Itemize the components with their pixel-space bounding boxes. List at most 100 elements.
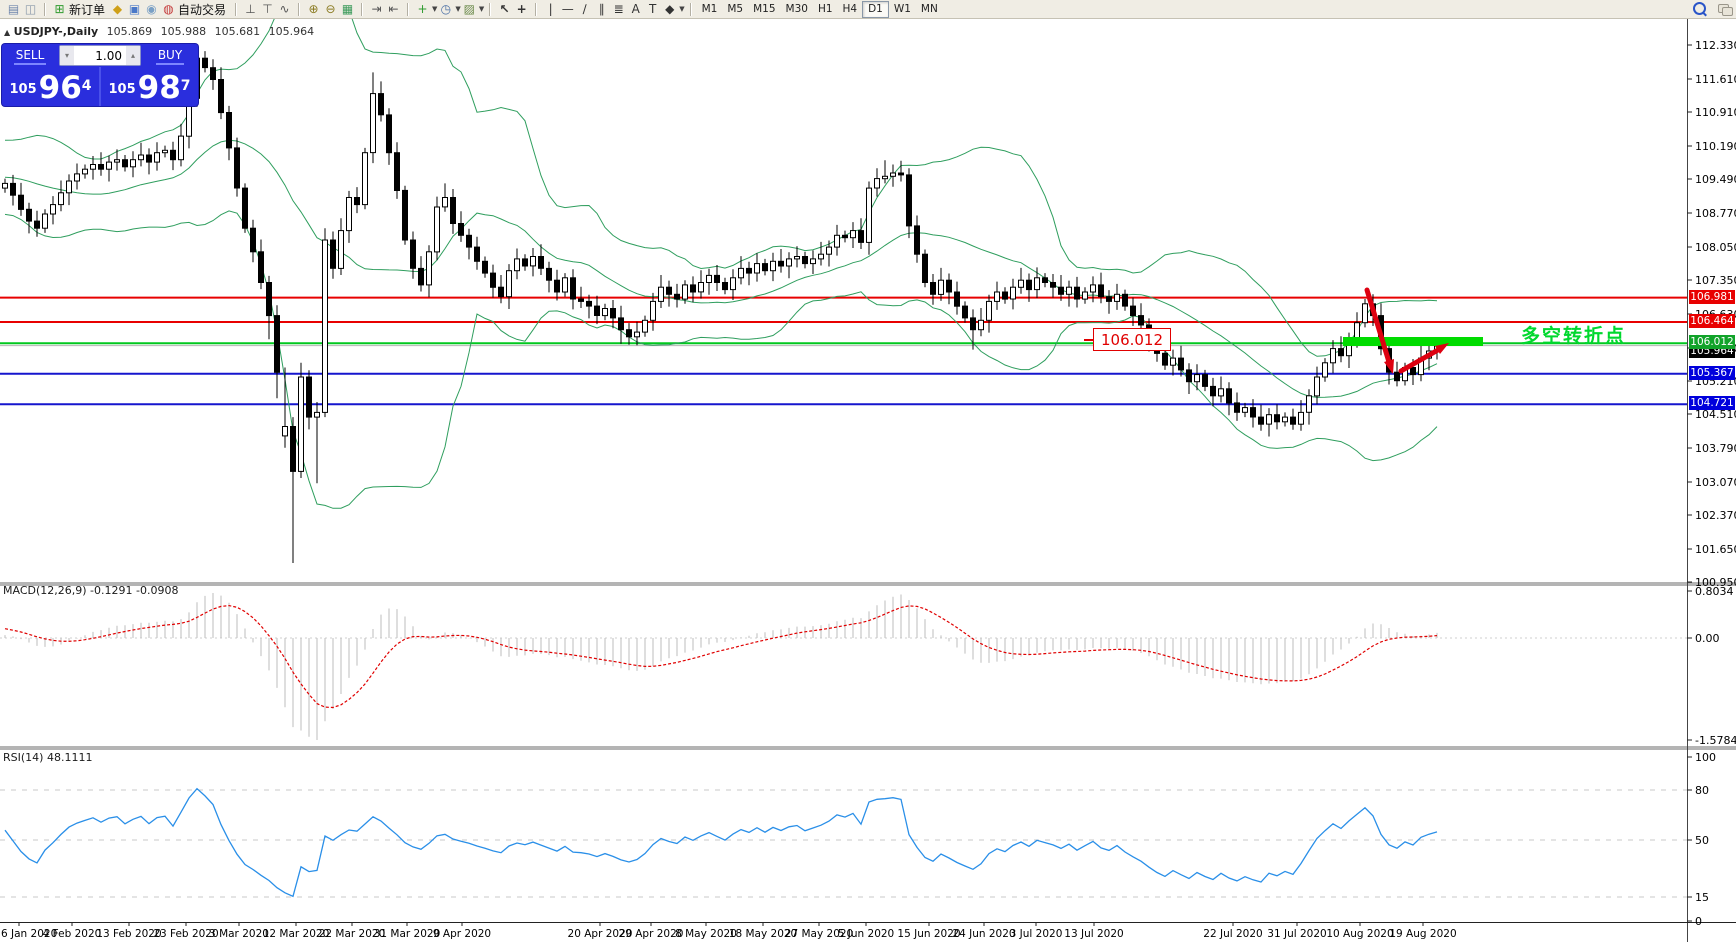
svg-text:100: 100 [1695,751,1716,764]
trendline-icon[interactable]: ∕ [576,1,593,17]
svg-text:110.910: 110.910 [1695,106,1736,119]
timeframe-h1[interactable]: H1 [813,2,838,17]
price-level-label: 105.367 [1689,366,1735,380]
timeframe-m15[interactable]: M15 [748,2,780,17]
toolbar-group: ▤◫ [2,0,42,18]
price-chart[interactable]: 112.330111.610110.910110.190109.490108.7… [0,0,1736,942]
bar-high: 105.988 [161,25,207,38]
price-level-label: 106.464 [1689,314,1735,328]
timeframe-m1[interactable]: M1 [697,2,723,17]
svg-text:15: 15 [1695,891,1709,904]
svg-text:13 Feb 2020: 13 Feb 2020 [96,928,161,940]
svg-text:80: 80 [1695,784,1709,797]
channel-icon[interactable]: ∥ [593,1,610,17]
volume-value[interactable]: 1.00 [74,49,126,63]
market-watch-icon[interactable]: ▤ [5,1,22,17]
macd-label: MACD(12,26,9) -0.1291 -0.0908 [3,584,178,597]
crosshair-icon[interactable]: + [513,1,530,17]
svg-text:13 Jul 2020: 13 Jul 2020 [1064,928,1123,940]
signal-icon[interactable]: ◉ [143,1,160,17]
chart-canvas[interactable]: 112.330111.610110.910110.190109.490108.7… [0,0,1736,942]
svg-text:19 Aug 2020: 19 Aug 2020 [1389,928,1456,940]
svg-text:103.790: 103.790 [1695,442,1736,455]
toolbar-separator [407,3,409,16]
trend-arrows [1367,290,1449,374]
vertical-line-icon[interactable]: | [542,1,559,17]
new-order-label[interactable]: 新订单 [69,1,105,18]
zoom-in-icon[interactable]: ⊕ [305,1,322,17]
chevron-down-icon[interactable]: ▼ [679,5,684,13]
timeframe-h4[interactable]: H4 [838,2,863,17]
text-icon[interactable]: A [627,1,644,17]
price-axis: 112.330111.610110.910110.190109.490108.7… [1687,39,1736,928]
price-level-annotation: 106.012 [1093,328,1171,351]
timeframe-m5[interactable]: M5 [722,2,748,17]
symbol-name: USDJPY-,Daily [14,25,99,38]
sell-price[interactable]: 105964 [2,67,99,106]
chart-shift-icon[interactable]: ⇤ [385,1,402,17]
indicators-icon[interactable]: + [414,1,431,17]
collapse-arrow-icon[interactable]: ▲ [4,28,10,37]
autotrade-label[interactable]: 自动交易 [178,1,226,18]
volume-decrease-button[interactable]: ▾ [60,46,74,65]
sell-button[interactable]: SELL [2,44,58,67]
date-axis: 6 Jan 20204 Feb 202013 Feb 202023 Feb 20… [1,922,1457,940]
timeframe-w1[interactable]: W1 [889,2,916,17]
svg-text:3 Mar 2020: 3 Mar 2020 [209,928,269,940]
cursor-icon[interactable]: ↖ [496,1,513,17]
svg-text:22 Jul 2020: 22 Jul 2020 [1203,928,1262,940]
mt4-terminal: 112.330111.610110.910110.190109.490108.7… [0,0,1736,942]
svg-text:108.050: 108.050 [1695,241,1736,254]
timeframe-d1[interactable]: D1 [862,1,889,18]
profile-icon[interactable]: ▣ [126,1,143,17]
templates-icon[interactable]: ▨ [461,1,478,17]
svg-text:111.610: 111.610 [1695,73,1736,86]
periods-icon[interactable]: ◷ [437,1,454,17]
svg-text:0.00: 0.00 [1695,632,1720,645]
text-label-icon[interactable]: T [644,1,661,17]
tile-windows-icon[interactable]: ▦ [339,1,356,17]
svg-text:-1.5784: -1.5784 [1695,734,1736,747]
bar-open: 105.869 [107,25,153,38]
candlestick-chart-icon[interactable]: ⊤ [259,1,276,17]
toolbar-separator [535,3,537,16]
chat-icon[interactable] [1718,4,1732,14]
svg-text:110.190: 110.190 [1695,140,1736,153]
toolbar-separator [235,3,237,16]
zoom-out-icon[interactable]: ⊖ [322,1,339,17]
price-level-label: 104.721 [1689,396,1735,410]
search-icon[interactable] [1693,2,1706,15]
symbol-info-bar: ▲ USDJPY-,Daily 105.869 105.988 105.681 … [4,25,314,38]
bar-close: 105.964 [269,25,315,38]
toolbar-separator [361,3,363,16]
volume-increase-button[interactable]: ▴ [126,46,140,65]
rsi-label: RSI(14) 48.1111 [3,751,92,764]
toolbar-separator [44,3,46,16]
new-order-icon[interactable]: ⊞ [51,1,68,17]
buy-button[interactable]: BUY [142,44,198,67]
line-chart-icon[interactable]: ∿ [276,1,293,17]
toolbar-separator [690,3,692,16]
svg-text:9 Apr 2020: 9 Apr 2020 [433,928,491,940]
timeframe-m30[interactable]: M30 [781,2,813,17]
svg-text:101.650: 101.650 [1695,543,1736,556]
svg-text:3 Jul 2020: 3 Jul 2020 [1010,928,1063,940]
toolbar-group: |—∕∥≣AT◆▼ [539,0,687,18]
svg-text:29 Apr 2020: 29 Apr 2020 [619,928,684,940]
buy-price[interactable]: 105987 [101,67,198,106]
timeframe-mn[interactable]: MN [916,2,943,17]
svg-text:24 Jun 2020: 24 Jun 2020 [952,928,1015,940]
toolbar-group: ⇥⇤ [365,0,405,18]
horizontal-line-icon[interactable]: — [559,1,576,17]
toolbar-separator [489,3,491,16]
bar-chart-icon[interactable]: ⊥ [242,1,259,17]
macd-histogram [5,593,1437,740]
eraser-icon[interactable]: ◆ [109,1,126,17]
arrows-icon[interactable]: ◆ [661,1,678,17]
auto-scroll-icon[interactable]: ⇥ [368,1,385,17]
chevron-down-icon[interactable]: ▼ [479,5,484,13]
one-click-trading-panel: SELL ▾ 1.00 ▴ BUY 105964 105987 [2,44,198,106]
fibonacci-icon[interactable]: ≣ [610,1,627,17]
chart-window-icon[interactable]: ◫ [22,1,39,17]
autotrade-icon[interactable]: ◍ [160,1,177,17]
